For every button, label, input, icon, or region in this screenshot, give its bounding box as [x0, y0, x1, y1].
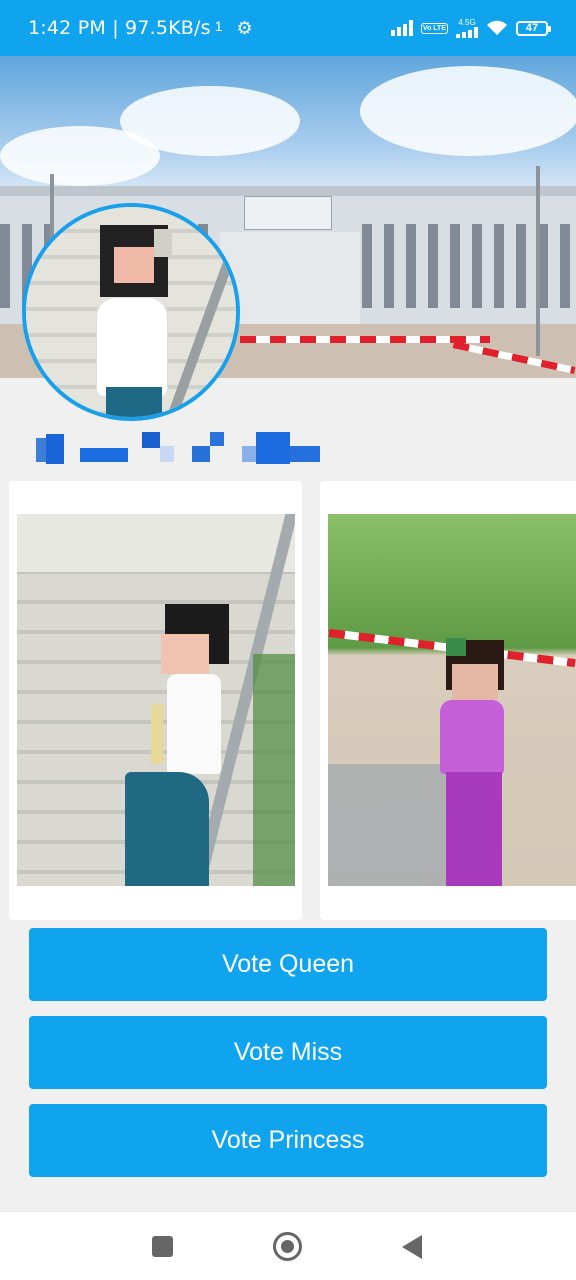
status-bar: 1:42 PM | 97.5KB/s 1 ⚙ Vo LTE 4.5G 47: [0, 0, 576, 56]
status-icons: Vo LTE 4.5G 47: [390, 17, 551, 38]
battery-icon: 47: [516, 20, 551, 36]
wifi-icon: [487, 20, 507, 35]
recents-icon[interactable]: [152, 1236, 173, 1257]
home-icon[interactable]: [273, 1232, 302, 1261]
profile-avatar[interactable]: [22, 203, 240, 421]
status-extra: 1: [214, 18, 223, 34]
back-icon[interactable]: [402, 1235, 422, 1259]
status-time: 1:42 PM | 97.5KB/s: [28, 17, 211, 39]
photo-card-2[interactable]: [320, 481, 576, 920]
photo-card-1[interactable]: [9, 481, 302, 920]
vote-miss-button[interactable]: Vote Miss: [29, 1016, 547, 1089]
contestant-photo-2: [328, 514, 576, 886]
vote-princess-button[interactable]: Vote Princess: [29, 1104, 547, 1177]
vote-queen-button[interactable]: Vote Queen: [29, 928, 547, 1001]
signal-icon: [390, 20, 413, 36]
navigation-bar: [0, 1211, 576, 1280]
network-icon: 4.5G: [456, 17, 478, 38]
contestant-photo-1: [17, 514, 295, 886]
volte-badge: Vo LTE: [420, 22, 448, 34]
building-sign: [244, 196, 332, 230]
gear-icon: ⚙: [236, 17, 253, 38]
network-label: 4.5G: [458, 17, 476, 27]
